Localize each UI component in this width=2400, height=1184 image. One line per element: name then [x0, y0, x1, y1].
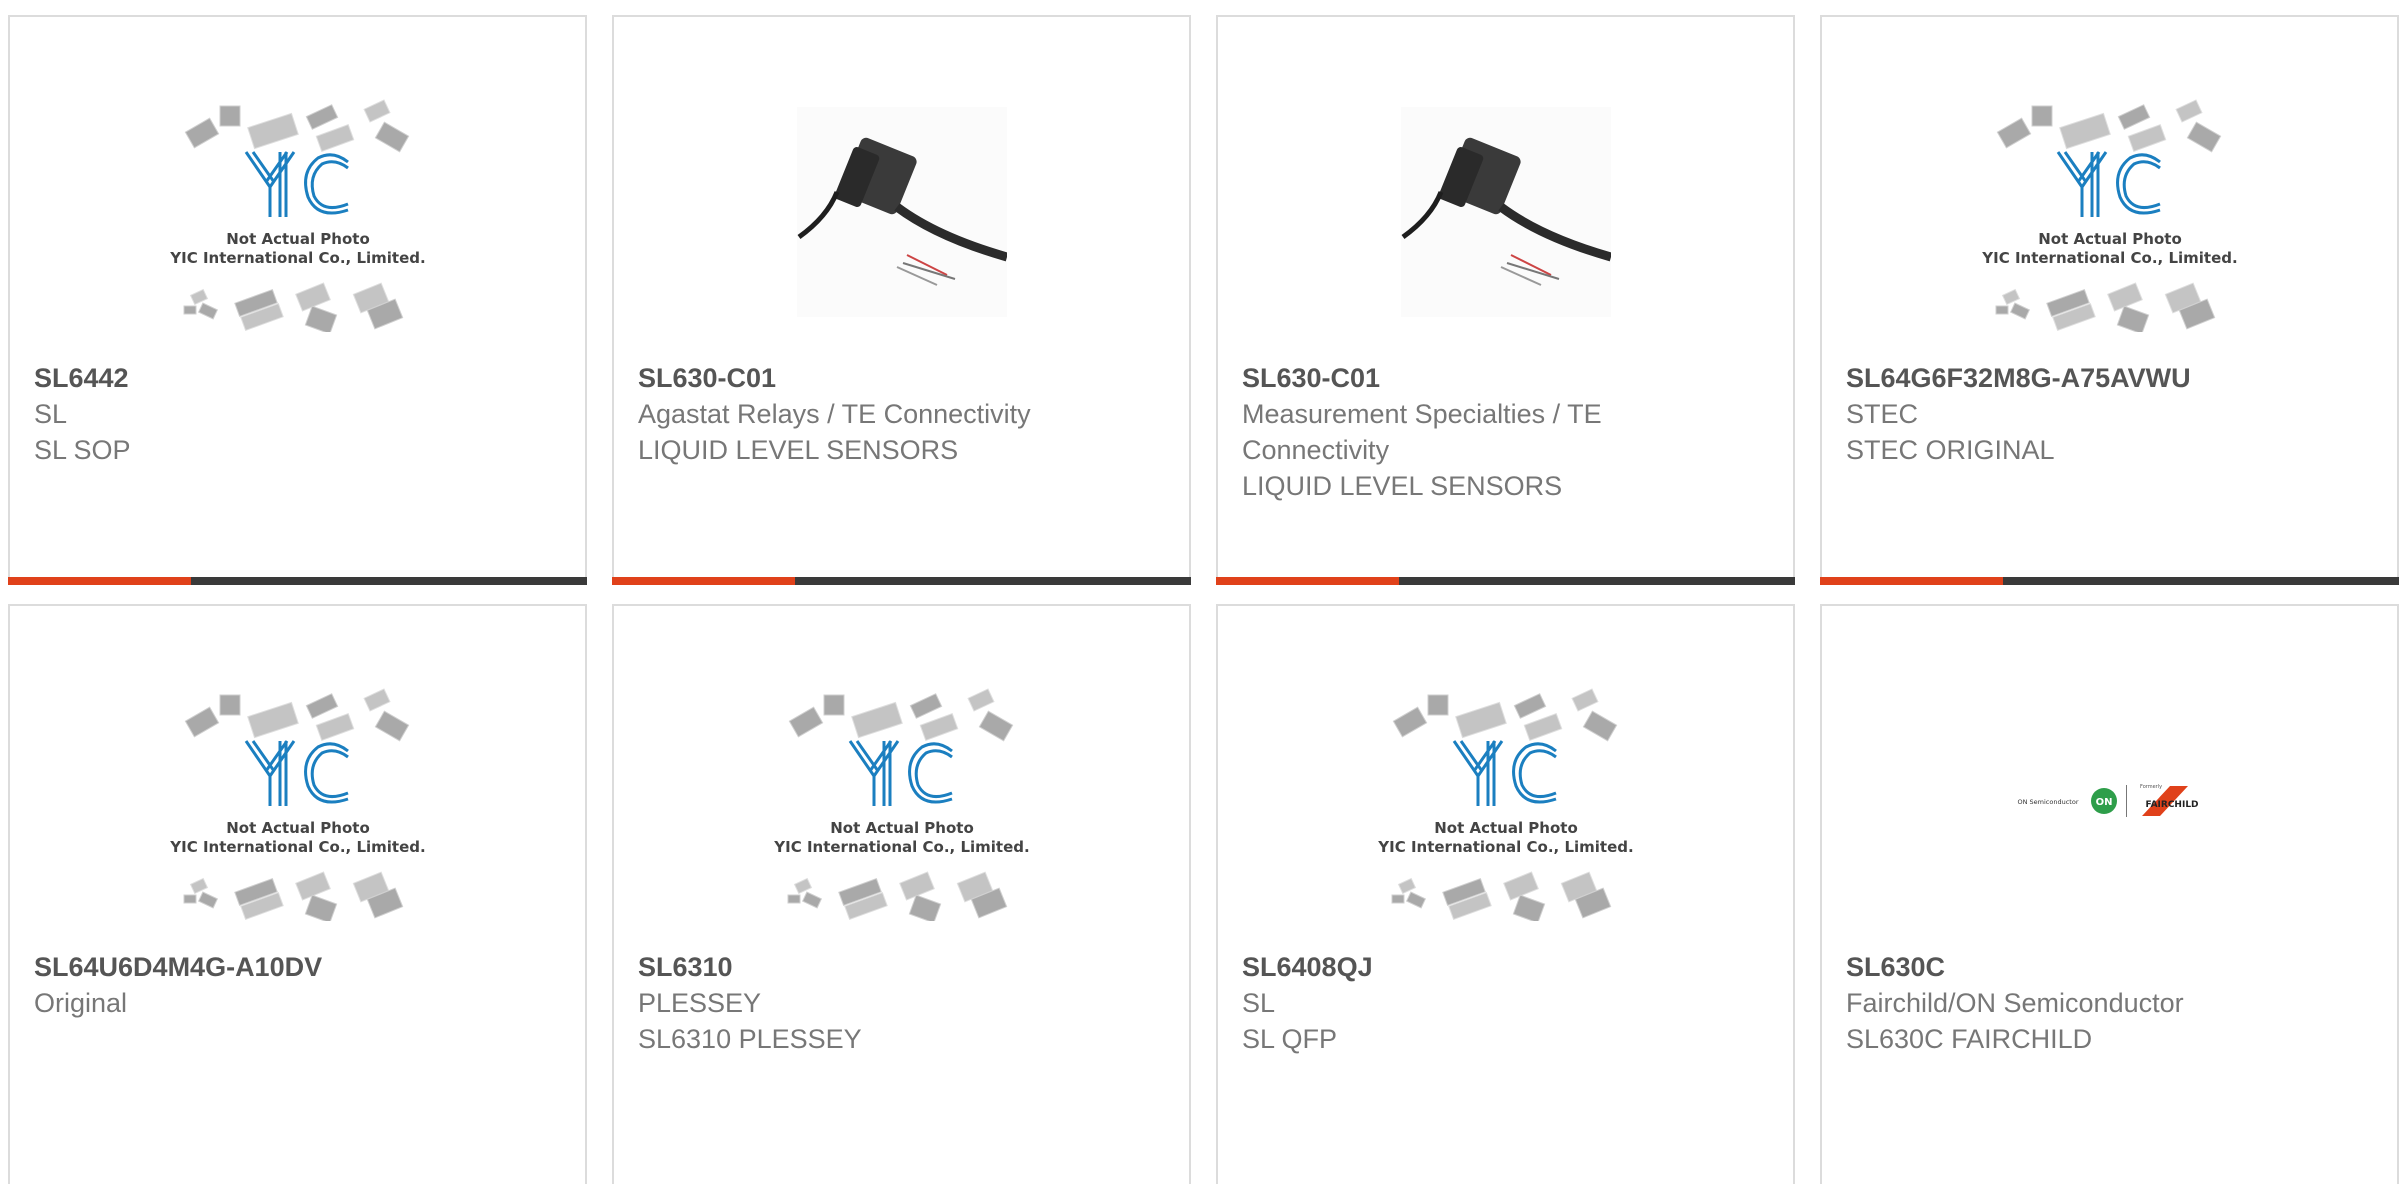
description: LIQUID LEVEL SENSORS	[1242, 471, 1563, 501]
manufacturer: Measurement Specialties / TE	[1242, 399, 1602, 429]
product-info: SL630-C01 Agastat Relays / TE Connectivi…	[638, 360, 1169, 468]
card-bottom-bar	[1820, 577, 2399, 585]
product-grid: Not Actual Photo YIC International Co., …	[0, 0, 2400, 1184]
yic-logo	[2056, 151, 2161, 217]
product-image-placeholder[interactable]: Not Actual Photo YIC International Co., …	[10, 62, 585, 362]
product-card[interactable]: Not Actual Photo YIC International Co., …	[612, 604, 1191, 1184]
product-image-placeholder[interactable]: Not Actual Photo YIC International Co., …	[614, 651, 1189, 951]
image-caption-1: Not Actual Photo	[1434, 819, 1578, 837]
not-actual-photo-image: Not Actual Photo YIC International Co., …	[1981, 99, 2237, 332]
part-number[interactable]: SL6442	[34, 360, 565, 396]
part-number[interactable]: SL6408QJ	[1242, 949, 1773, 985]
product-image-brand-logo[interactable]: ON Semiconductor ON Formerly FAIRCHILD	[1822, 651, 2397, 951]
product-info: SL630-C01 Measurement Specialties / TE C…	[1242, 360, 1773, 504]
card-bar-accent	[1820, 577, 2003, 585]
product-image[interactable]	[614, 62, 1189, 362]
description: SL630C FAIRCHILD	[1846, 1024, 2093, 1054]
part-number[interactable]: SL64G6F32M8G-A75AVWU	[1846, 360, 2377, 396]
not-actual-photo-image: Not Actual Photo YIC International Co., …	[169, 688, 425, 921]
product-image-placeholder[interactable]: Not Actual Photo YIC International Co., …	[1822, 62, 2397, 362]
image-caption-2: YIC International Co., Limited.	[169, 249, 425, 267]
svg-text:Formerly: Formerly	[2140, 784, 2162, 790]
card-bar-accent	[1216, 577, 1399, 585]
product-info: SL6408QJ SL SL QFP	[1242, 949, 1773, 1057]
description: STEC ORIGINAL	[1846, 435, 2055, 465]
manufacturer: PLESSEY	[638, 988, 762, 1018]
manufacturer: SL	[1242, 988, 1276, 1018]
product-info: SL64G6F32M8G-A75AVWU STEC STEC ORIGINAL	[1846, 360, 2377, 468]
product-card[interactable]: Not Actual Photo YIC International Co., …	[8, 15, 587, 585]
description: SL QFP	[1242, 1024, 1338, 1054]
product-image-placeholder[interactable]: Not Actual Photo YIC International Co., …	[1218, 651, 1793, 951]
card-bottom-bar	[1216, 577, 1795, 585]
image-caption-2: YIC International Co., Limited.	[1377, 838, 1633, 856]
fairchild-wordmark: FAIRCHILD	[2145, 800, 2198, 810]
yic-logo	[1452, 740, 1557, 806]
yic-logo	[848, 740, 953, 806]
not-actual-photo-image: Not Actual Photo YIC International Co., …	[1377, 688, 1633, 921]
manufacturer: Agastat Relays / TE Connectivity	[638, 399, 1031, 429]
image-caption-2: YIC International Co., Limited.	[1981, 249, 2237, 267]
image-caption-1: Not Actual Photo	[226, 819, 370, 837]
manufacturer: Original	[34, 988, 128, 1018]
product-card[interactable]: SL630-C01 Measurement Specialties / TE C…	[1216, 15, 1795, 585]
manufacturer: SL	[34, 399, 68, 429]
image-caption-1: Not Actual Photo	[2038, 230, 2182, 248]
on-semiconductor-wordmark: ON Semiconductor	[2017, 798, 2078, 806]
image-caption-1: Not Actual Photo	[830, 819, 974, 837]
not-actual-photo-image: Not Actual Photo YIC International Co., …	[169, 99, 425, 332]
part-number[interactable]: SL630-C01	[638, 360, 1169, 396]
card-bottom-bar	[612, 577, 1191, 585]
on-semiconductor-fairchild-logo: ON Semiconductor ON Formerly FAIRCHILD	[2017, 784, 2198, 817]
part-number[interactable]: SL64U6D4M4G-A10DV	[34, 949, 565, 985]
product-card[interactable]: Not Actual Photo YIC International Co., …	[1820, 15, 2399, 585]
svg-text:ON: ON	[2095, 797, 2112, 808]
product-image-placeholder[interactable]: Not Actual Photo YIC International Co., …	[10, 651, 585, 951]
not-actual-photo-image: Not Actual Photo YIC International Co., …	[773, 688, 1029, 921]
card-bottom-bar	[8, 577, 587, 585]
description: LIQUID LEVEL SENSORS	[638, 435, 959, 465]
card-bar-accent	[612, 577, 795, 585]
liquid-level-sensor-photo	[1400, 107, 1611, 317]
product-card[interactable]: Not Actual Photo YIC International Co., …	[1216, 604, 1795, 1184]
card-bar-accent	[8, 577, 191, 585]
manufacturer: Fairchild/ON Semiconductor	[1846, 988, 2184, 1018]
product-card[interactable]: Not Actual Photo YIC International Co., …	[8, 604, 587, 1184]
product-info: SL6442 SL SL SOP	[34, 360, 565, 468]
product-info: SL630C Fairchild/ON Semiconductor SL630C…	[1846, 949, 2377, 1057]
image-caption-2: YIC International Co., Limited.	[773, 838, 1029, 856]
liquid-level-sensor-photo	[796, 107, 1007, 317]
image-caption-2: YIC International Co., Limited.	[169, 838, 425, 856]
part-number[interactable]: SL630-C01	[1242, 360, 1773, 396]
yic-logo	[244, 151, 349, 217]
description: SL6310 PLESSEY	[638, 1024, 862, 1054]
image-caption-1: Not Actual Photo	[226, 230, 370, 248]
yic-logo	[244, 740, 349, 806]
product-card[interactable]: SL630-C01 Agastat Relays / TE Connectivi…	[612, 15, 1191, 585]
part-number[interactable]: SL630C	[1846, 949, 2377, 985]
manufacturer: STEC	[1846, 399, 1919, 429]
product-card[interactable]: ON Semiconductor ON Formerly FAIRCHILD S…	[1820, 604, 2399, 1184]
manufacturer-continued: Connectivity	[1242, 435, 1390, 465]
part-number[interactable]: SL6310	[638, 949, 1169, 985]
product-info: SL6310 PLESSEY SL6310 PLESSEY	[638, 949, 1169, 1057]
description: SL SOP	[34, 435, 131, 465]
product-image[interactable]	[1218, 62, 1793, 362]
product-info: SL64U6D4M4G-A10DV Original	[34, 949, 565, 1021]
